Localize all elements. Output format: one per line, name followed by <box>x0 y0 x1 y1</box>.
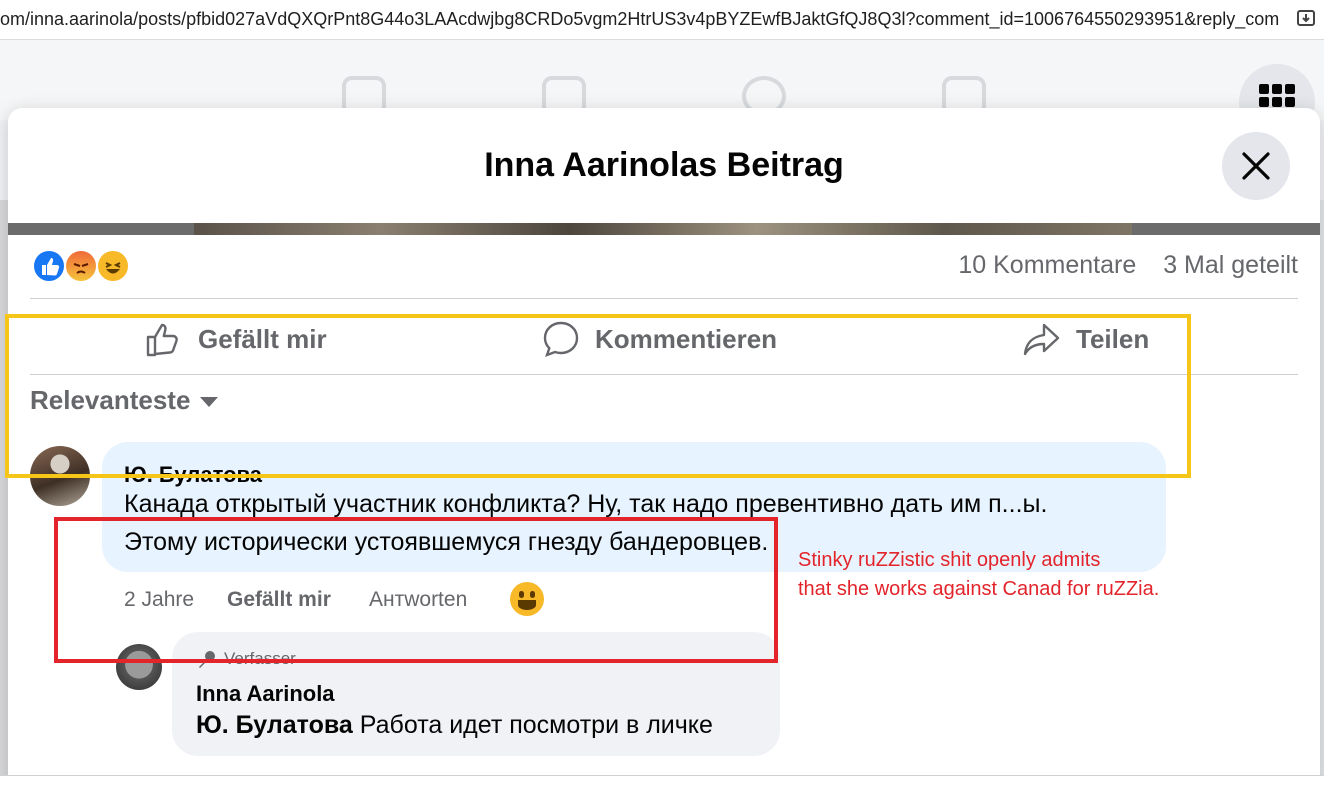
haha-reaction-icon <box>96 249 130 283</box>
red-highlight-box <box>54 517 778 663</box>
mention-link[interactable]: Ю. Булатова <box>196 711 353 739</box>
bottom-bar <box>0 775 1324 792</box>
yellow-highlight-box <box>5 314 1191 478</box>
post-image-edge[interactable] <box>8 223 1320 235</box>
install-app-icon[interactable] <box>1296 8 1316 28</box>
close-button[interactable] <box>1222 132 1290 200</box>
reply-text: Ю. Булатова Работа идет посмотри в личке <box>196 706 713 744</box>
post-stats: 10 Kommentare 3 Mal geteilt <box>958 251 1298 280</box>
close-icon <box>1242 152 1270 180</box>
shares-count-link[interactable]: 3 Mal geteilt <box>1163 251 1298 279</box>
like-reaction-icon <box>32 249 66 283</box>
background-edge-left <box>0 200 8 792</box>
reply-body: Работа идет посмотри в личке <box>359 711 713 739</box>
annotation-line-2: that she works against Canad for ruZZia. <box>798 578 1160 600</box>
annotation-line-1: Stinky ruZZistic shit openly admits <box>798 549 1101 571</box>
reaction-summary[interactable] <box>32 249 152 285</box>
browser-url-bar[interactable]: om/inna.aarinola/posts/pfbid027aVdQXQrPn… <box>0 0 1324 40</box>
divider <box>30 298 1298 299</box>
annotation-note: Stinky ruZZistic shit openly admits that… <box>798 546 1159 604</box>
url-text[interactable]: om/inna.aarinola/posts/pfbid027aVdQXQrPn… <box>0 9 1280 30</box>
angry-reaction-icon <box>64 249 98 283</box>
modal-title: Inna Aarinolas Beitrag <box>484 146 844 184</box>
reply-author[interactable]: Inna Aarinola <box>196 681 335 707</box>
comments-count-link[interactable]: 10 Kommentare <box>958 251 1136 279</box>
